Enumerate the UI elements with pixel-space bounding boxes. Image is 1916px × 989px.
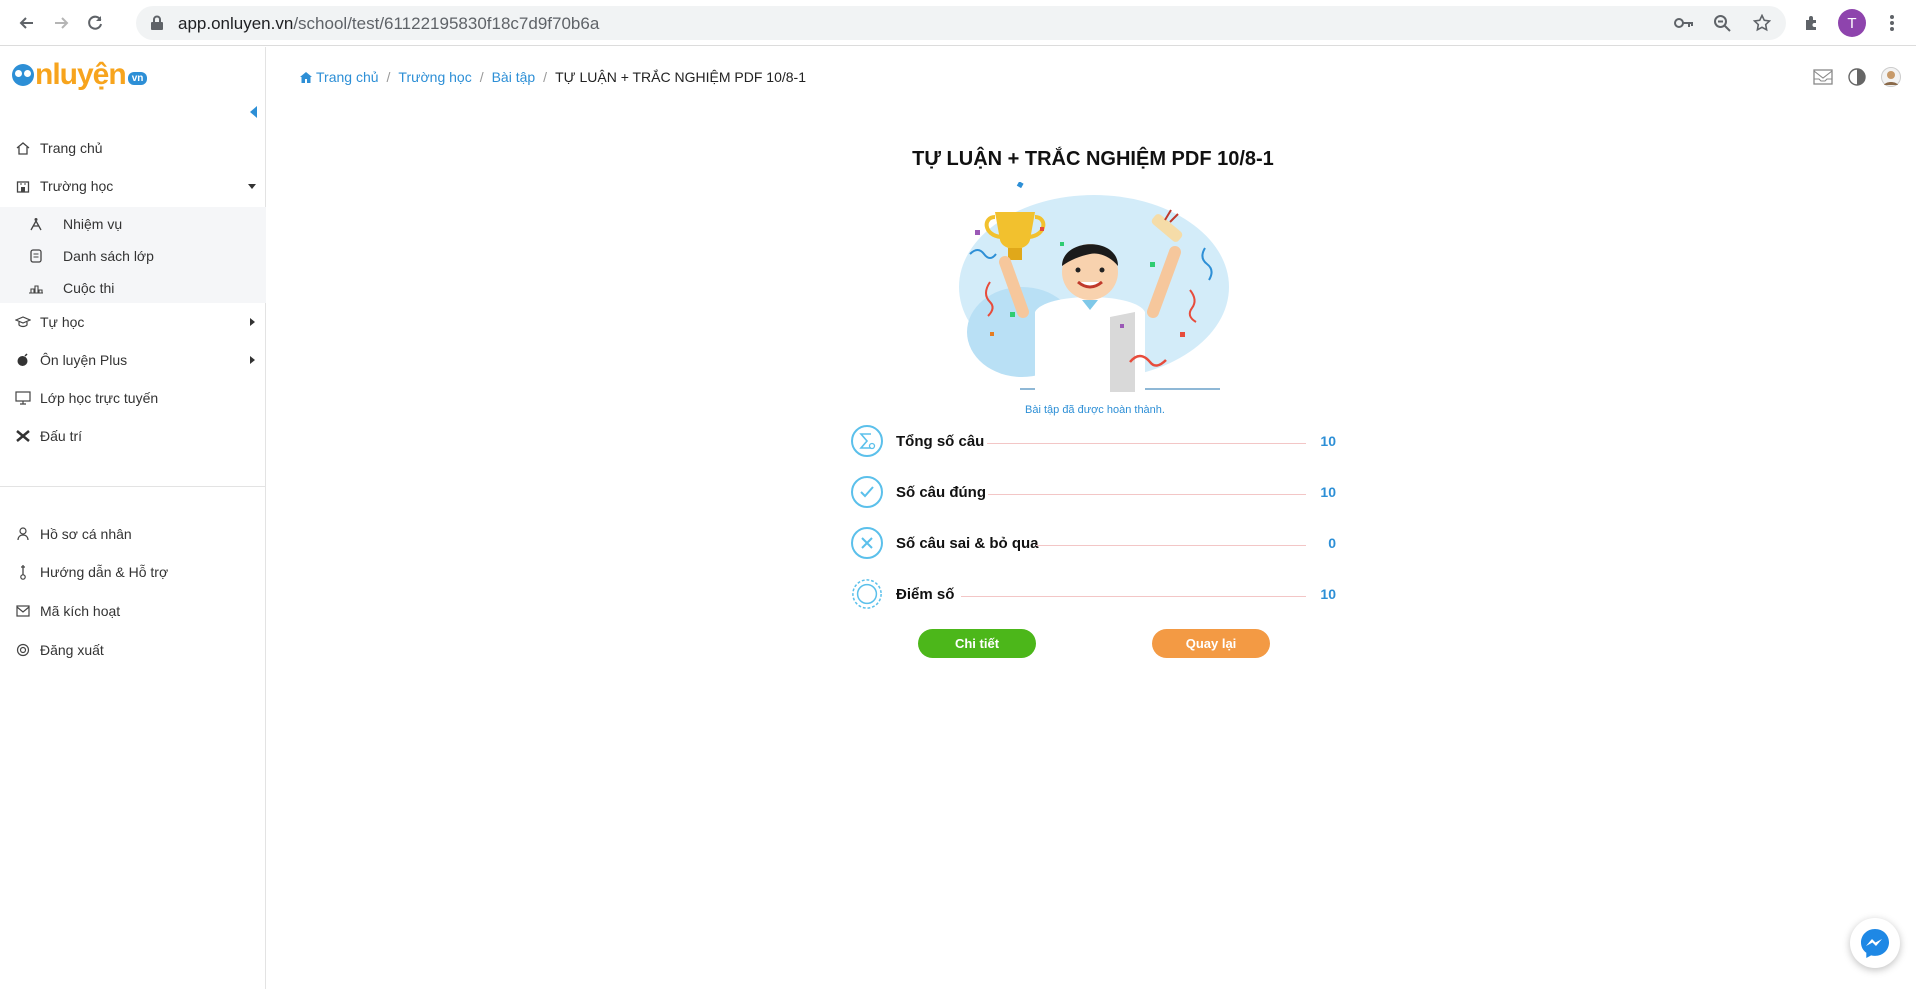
messenger-chat-button[interactable] [1850, 918, 1900, 968]
sidebar: nluyện vn Trang chủ Trường học Nhiệm vụ … [0, 47, 266, 989]
sidebar-item-class-list[interactable]: Danh sách lớp [0, 241, 266, 271]
stat-correct-answers: Số câu đúng 10 [850, 474, 1336, 512]
class-list-icon [28, 248, 44, 264]
chevron-down-icon [248, 183, 256, 189]
breadcrumb-home[interactable]: Trang chủ [316, 69, 379, 85]
sidebar-item-activation-code[interactable]: Mã kích hoạt [0, 596, 266, 626]
user-avatar[interactable] [1880, 66, 1902, 88]
completed-message: Bài tập đã được hoàn thành. [1025, 404, 1165, 416]
contrast-icon[interactable] [1846, 66, 1868, 88]
chevron-right-icon [250, 356, 255, 364]
user-icon [15, 526, 31, 542]
contest-icon [28, 280, 44, 296]
medal-icon [851, 578, 883, 610]
breadcrumb: Trang chủ / Trường học / Bài tập / TỰ LU… [300, 69, 806, 85]
logout-icon [15, 642, 31, 658]
sidebar-item-battle[interactable]: Đấu trí [0, 421, 266, 451]
sidebar-item-home[interactable]: Trang chủ [0, 133, 266, 163]
cross-icon [851, 527, 883, 559]
plus-bomb-icon [15, 352, 31, 368]
star-icon[interactable] [1752, 13, 1772, 33]
messenger-icon [1861, 929, 1889, 958]
school-submenu: Nhiệm vụ Danh sách lớp Cuộc thi [0, 207, 266, 303]
detail-button[interactable]: Chi tiết [918, 629, 1036, 658]
onluyen-logo[interactable]: nluyện vn [12, 57, 148, 93]
stat-line [1036, 545, 1306, 546]
stat-score: Điểm số 10 [850, 576, 1336, 614]
stat-line [961, 596, 1306, 597]
address-bar[interactable]: app.onluyen.vn/school/test/61122195830f1… [136, 6, 1786, 40]
breadcrumb-school[interactable]: Trường học [398, 69, 471, 85]
collapse-sidebar-icon[interactable] [250, 106, 257, 118]
sidebar-item-logout[interactable]: Đăng xuất [0, 635, 266, 665]
breadcrumb-current: TỰ LUẬN + TRẮC NGHIỆM PDF 10/8-1 [555, 69, 806, 85]
stat-wrong-skipped: Số câu sai & bỏ qua 0 [850, 525, 1336, 563]
sidebar-item-profile[interactable]: Hồ sơ cá nhân [0, 519, 266, 549]
owl-logo-icon [12, 64, 34, 86]
home-icon [300, 71, 312, 83]
back-button[interactable]: Quay lại [1152, 629, 1270, 658]
sidebar-item-tasks[interactable]: Nhiệm vụ [0, 209, 266, 239]
sidebar-item-contest[interactable]: Cuộc thi [0, 273, 266, 303]
sidebar-item-school[interactable]: Trường học [0, 171, 266, 201]
stat-line [988, 494, 1306, 495]
monitor-icon [15, 390, 31, 406]
lock-icon [150, 15, 164, 36]
forward-icon[interactable] [48, 10, 74, 36]
key-icon[interactable] [1674, 13, 1694, 33]
task-icon [28, 216, 44, 232]
stat-line [987, 443, 1306, 444]
school-icon [15, 178, 31, 194]
sidebar-divider [0, 486, 266, 487]
inbox-icon[interactable] [1812, 66, 1834, 88]
url-text: app.onluyen.vn/school/test/61122195830f1… [178, 14, 600, 33]
result-title: TỰ LUẬN + TRẮC NGHIỆM PDF 10/8-1 [912, 148, 1274, 170]
back-icon[interactable] [14, 10, 40, 36]
breadcrumb-exercise[interactable]: Bài tập [492, 69, 536, 85]
guide-icon [15, 564, 31, 580]
battle-icon [15, 428, 31, 444]
extensions-icon[interactable] [1800, 11, 1824, 35]
sidebar-item-online-class[interactable]: Lớp học trực tuyến [0, 383, 266, 413]
sidebar-item-guide[interactable]: Hướng dẫn & Hỗ trợ [0, 557, 266, 587]
chevron-right-icon [250, 318, 255, 326]
zoom-out-icon[interactable] [1712, 13, 1732, 33]
kebab-menu-icon[interactable] [1880, 11, 1904, 35]
sigma-icon [851, 425, 883, 457]
mail-icon [15, 603, 31, 619]
sidebar-item-self-study[interactable]: Tự học [0, 307, 266, 337]
sidebar-item-onluyen-plus[interactable]: Ôn luyện Plus [0, 345, 266, 375]
graduation-cap-icon [15, 314, 31, 330]
profile-avatar[interactable]: T [1838, 9, 1866, 37]
check-icon [851, 476, 883, 508]
celebration-illustration [959, 182, 1229, 392]
reload-icon[interactable] [82, 10, 108, 36]
home-icon [15, 140, 31, 156]
browser-toolbar: app.onluyen.vn/school/test/61122195830f1… [0, 0, 1916, 46]
stat-total-questions: Tổng số câu 10 [850, 423, 1336, 461]
